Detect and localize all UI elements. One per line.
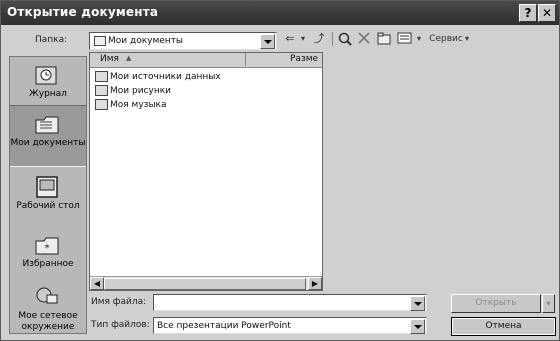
back-button[interactable]: ⇐ [283,30,297,48]
column-name-label: Имя [100,54,119,64]
column-size-label[interactable]: Разме [290,54,318,64]
new-folder-icon[interactable] [377,32,392,45]
search-web-icon[interactable] [338,32,352,46]
title-bar: Открытие документа ? ✕ [1,1,559,25]
filetype-select[interactable]: Все презентации PowerPoint [153,317,427,334]
list-item[interactable]: Моя музыка [95,99,167,112]
help-button[interactable]: ? [519,4,537,22]
tools-menu[interactable]: Сервис [427,30,465,48]
dialog-title: Открытие документа [7,5,159,19]
views-icon[interactable] [397,32,413,45]
tools-dropdown-icon[interactable]: ▾ [464,30,470,48]
folder-icon [94,36,106,46]
open-options-dropdown[interactable]: ▾ [542,294,555,313]
chevron-down-icon[interactable] [410,319,425,334]
back-dropdown-icon[interactable]: ▾ [299,30,307,48]
svg-text:*: * [45,243,50,254]
favorites-icon: * [35,237,59,255]
place-label: Избранное [22,259,74,269]
place-label: Рабочий стол [16,201,80,211]
history-icon [35,66,57,85]
open-button[interactable]: Открыть [451,294,541,313]
scroll-thumb[interactable] [104,278,306,290]
column-name[interactable]: Имя ▲ [90,53,246,66]
list-item[interactable]: Мои источники данных [95,71,221,84]
close-button[interactable]: ✕ [538,4,556,22]
sort-ascending-icon: ▲ [126,54,132,62]
folder-icon [95,85,108,96]
places-bar: Журнал Мои документы Рабочий стол * Избр… [9,56,87,334]
chevron-down-icon[interactable] [260,34,275,49]
filetype-value: Все презентации PowerPoint [157,321,291,331]
place-label: Мои документы [10,138,86,148]
place-label: Журнал [29,89,67,99]
my-documents-icon [35,116,59,134]
place-favorites[interactable]: * Избранное [10,227,86,285]
file-list[interactable]: Имя ▲ Разме Мои источники данных Мои рис… [89,52,323,291]
network-icon [36,287,58,304]
look-in-label: Папка: [35,35,68,45]
folder-icon [95,71,108,82]
scroll-left-button[interactable]: ◀ [90,277,104,290]
delete-icon[interactable] [358,32,370,44]
filename-label: Имя файла: [91,297,147,307]
list-item[interactable]: Мои рисунки [95,85,171,98]
toolbar-separator [332,32,333,46]
place-label: Мое сетевое окружение [18,311,78,332]
horizontal-scrollbar[interactable]: ◀ ▶ [90,276,322,290]
filetype-label: Тип файлов: [91,320,150,330]
cancel-button[interactable]: Отмена [451,317,556,336]
preview-pane [323,52,555,289]
look-in-combo[interactable]: Мои документы [89,32,277,50]
desktop-icon [36,176,58,198]
item-label: Моя музыка [110,100,167,110]
place-desktop[interactable]: Рабочий стол [10,169,86,227]
open-document-dialog: Открытие документа ? ✕ Папка: Мои докуме… [0,0,560,341]
folder-icon [95,99,108,110]
up-folder-button[interactable]: ⤴ [311,30,327,48]
views-dropdown-icon[interactable]: ▾ [415,30,423,48]
scroll-right-button[interactable]: ▶ [308,277,322,290]
item-label: Мои рисунки [110,86,171,96]
filename-input[interactable] [153,294,427,311]
look-in-value: Мои документы [108,36,184,46]
list-header: Имя ▲ Разме [90,53,322,68]
place-my-documents[interactable]: Мои документы [10,105,86,167]
item-label: Мои источники данных [110,72,221,82]
chevron-down-icon[interactable] [410,296,425,311]
place-network[interactable]: Мое сетевое окружение [10,279,86,333]
